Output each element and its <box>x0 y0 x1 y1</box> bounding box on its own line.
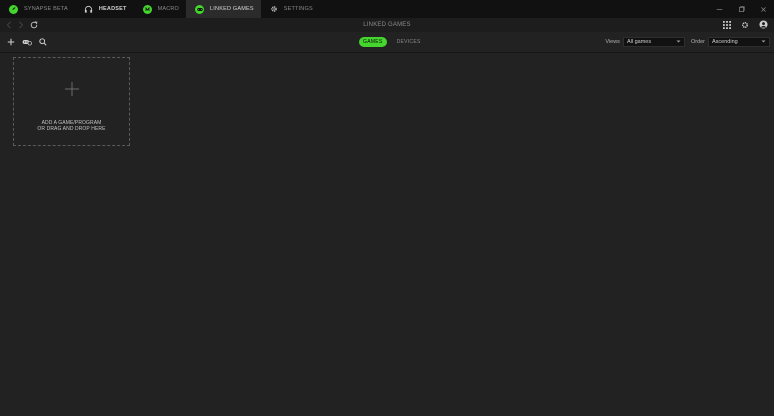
app-tab-bar: SYNAPSE BETA HEADSET MACRO LINKED GAMES … <box>0 0 774 18</box>
chevron-down-icon <box>761 39 766 47</box>
macro-icon <box>142 4 152 14</box>
tab-label: MACRO <box>157 6 180 12</box>
gamepad-icon <box>195 4 205 14</box>
headset-icon <box>84 5 93 14</box>
link-game-icon[interactable] <box>22 33 32 51</box>
views-label: Views <box>605 39 620 45</box>
tab-label: SYNAPSE BETA <box>24 6 68 12</box>
tab-label: HEADSET <box>98 6 127 12</box>
add-icon[interactable] <box>7 33 15 51</box>
razer-logo-icon <box>9 4 18 14</box>
tab-label: LINKED GAMES <box>210 6 254 12</box>
toolbar: GAMES DEVICES Views All games Order Asce… <box>0 32 774 53</box>
add-game-hint: OR DRAG AND DROP HERE <box>37 126 106 132</box>
views-value: All games <box>626 39 652 45</box>
plus-icon <box>64 81 80 97</box>
order-select[interactable]: Ascending <box>708 37 770 47</box>
tab-linked-games[interactable]: LINKED GAMES <box>186 0 261 18</box>
toolbar-actions <box>7 32 47 52</box>
chevron-down-icon <box>676 39 681 47</box>
tab-macro[interactable]: MACRO <box>134 0 186 18</box>
order-value: Ascending <box>712 39 738 45</box>
order-label: Order <box>690 39 705 45</box>
gear-icon <box>270 5 278 13</box>
segment-games[interactable]: GAMES <box>359 37 387 47</box>
tab-settings[interactable]: SETTINGS <box>261 0 320 18</box>
tab-headset[interactable]: HEADSET <box>75 0 134 18</box>
search-icon[interactable] <box>39 33 47 51</box>
nav-bar: LINKED GAMES <box>0 18 774 32</box>
header-actions <box>723 18 768 32</box>
views-select[interactable]: All games <box>622 37 685 47</box>
segment-devices[interactable]: DEVICES <box>393 37 425 47</box>
page-title: LINKED GAMES <box>363 22 411 28</box>
add-game-card[interactable]: ADD A GAME/PROGRAM OR DRAG AND DROP HERE <box>13 57 130 146</box>
tab-label: SETTINGS <box>283 6 313 12</box>
filter-controls: Views All games Order Ascending <box>605 36 770 48</box>
view-toggle: GAMES DEVICES <box>359 37 425 47</box>
